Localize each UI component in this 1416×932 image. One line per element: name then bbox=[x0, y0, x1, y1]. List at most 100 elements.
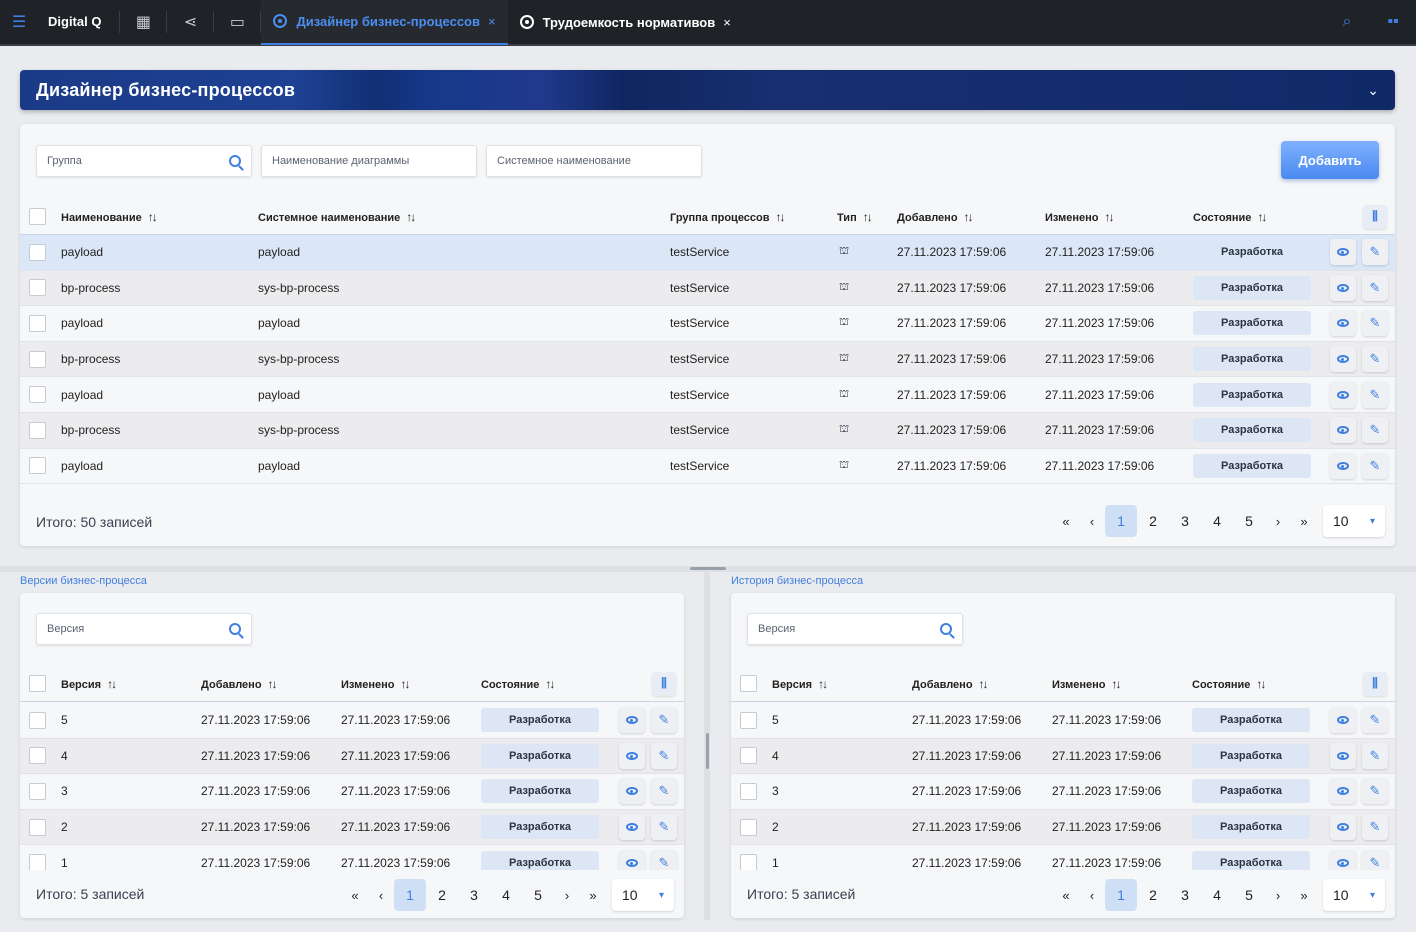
col-added[interactable]: Добавлено ↑↓ bbox=[897, 210, 974, 224]
row-checkbox[interactable] bbox=[29, 457, 46, 475]
chevron-down-icon[interactable]: ⌄ bbox=[1367, 82, 1379, 99]
edit-button[interactable]: ✎ bbox=[1362, 707, 1388, 734]
row-checkbox[interactable] bbox=[740, 782, 757, 800]
per-page-select[interactable]: 10 ▾ bbox=[612, 879, 674, 911]
view-button[interactable] bbox=[1330, 417, 1356, 444]
edit-button[interactable]: ✎ bbox=[1362, 346, 1388, 373]
last-page-button[interactable]: » bbox=[1291, 505, 1317, 537]
page-button[interactable]: 3 bbox=[458, 879, 490, 911]
row-checkbox[interactable] bbox=[29, 818, 46, 836]
edit-button[interactable]: ✎ bbox=[1362, 452, 1388, 479]
edit-button[interactable]: ✎ bbox=[651, 778, 677, 805]
edit-button[interactable]: ✎ bbox=[1362, 814, 1388, 841]
page-button[interactable]: 1 bbox=[1105, 505, 1137, 537]
page-button[interactable]: 3 bbox=[1169, 879, 1201, 911]
page-button[interactable]: 2 bbox=[1137, 879, 1169, 911]
col-state[interactable]: Состояние ↑↓ bbox=[1193, 210, 1267, 224]
page-button[interactable]: 5 bbox=[522, 879, 554, 911]
edit-button[interactable]: ✎ bbox=[1362, 778, 1388, 805]
first-page-button[interactable]: « bbox=[1053, 879, 1079, 911]
page-button[interactable]: 4 bbox=[1201, 879, 1233, 911]
search-icon[interactable]: ⌕ bbox=[1324, 0, 1370, 45]
view-button[interactable] bbox=[1330, 814, 1356, 841]
chevron-down-icon[interactable]: ▾ bbox=[1370, 890, 1375, 901]
sort-icon[interactable]: ↑↓ bbox=[1104, 210, 1114, 224]
table-row[interactable]: bp-process sys-bp-process testService 27.11… bbox=[20, 413, 1395, 449]
table-row[interactable]: payload payload testService 27.11.2023 17:5… bbox=[20, 306, 1395, 342]
row-checkbox[interactable] bbox=[740, 818, 757, 836]
table-row[interactable]: 4 27.11.2023 17:59:06 27.11.2023 17:59:06 Р… bbox=[731, 738, 1395, 775]
col-system-name[interactable]: Системное наименование ↑↓ bbox=[258, 210, 416, 224]
col-state[interactable]: Состояние ↑↓ bbox=[481, 677, 555, 691]
close-icon[interactable]: × bbox=[723, 15, 731, 30]
monitor-icon[interactable]: ▭ bbox=[214, 0, 260, 45]
col-version[interactable]: Версия ↑↓ bbox=[772, 677, 828, 691]
tab-process-designer[interactable]: Дизайнер бизнес-процессов × bbox=[261, 0, 508, 45]
diagram-name-filter-input[interactable]: Наименование диаграммы bbox=[261, 145, 477, 177]
row-checkbox[interactable] bbox=[29, 747, 46, 765]
table-row[interactable]: bp-process sys-bp-process testService 27.11… bbox=[20, 270, 1395, 307]
columns-icon[interactable]: ⫼ bbox=[1363, 204, 1387, 229]
system-name-filter-input[interactable]: Системное наименование bbox=[486, 145, 702, 177]
brand-name[interactable]: Digital Q bbox=[38, 11, 121, 33]
row-checkbox[interactable] bbox=[29, 243, 46, 261]
page-header-banner[interactable]: Дизайнер бизнес-процессов ⌄ bbox=[20, 70, 1395, 110]
row-checkbox[interactable] bbox=[740, 854, 757, 872]
view-button[interactable] bbox=[1330, 274, 1356, 301]
sort-icon[interactable]: ↑↓ bbox=[776, 210, 786, 224]
search-icon[interactable] bbox=[940, 623, 952, 635]
search-icon[interactable] bbox=[229, 623, 241, 635]
page-button[interactable]: 4 bbox=[490, 879, 522, 911]
table-row[interactable]: 3 27.11.2023 17:59:06 27.11.2023 17:59:06 Р… bbox=[731, 774, 1395, 810]
table-row[interactable]: bp-process sys-bp-process testService 27.11… bbox=[20, 341, 1395, 378]
table-row[interactable]: payload payload testService 27.11.2023 17:5… bbox=[20, 448, 1395, 485]
prev-page-button[interactable]: ‹ bbox=[1079, 879, 1105, 911]
col-changed[interactable]: Изменено ↑↓ bbox=[341, 677, 410, 691]
add-button[interactable]: Добавить bbox=[1281, 141, 1379, 179]
columns-icon[interactable]: ⫼ bbox=[652, 671, 676, 696]
chevron-down-icon[interactable]: ▾ bbox=[659, 890, 664, 901]
page-button[interactable]: 1 bbox=[1105, 879, 1137, 911]
prev-page-button[interactable]: ‹ bbox=[368, 879, 394, 911]
col-name[interactable]: Наименование ↑↓ bbox=[61, 210, 158, 224]
table-row[interactable]: 2 27.11.2023 17:59:06 27.11.2023 17:59:06 Р… bbox=[20, 809, 684, 846]
sort-icon[interactable]: ↑↓ bbox=[107, 677, 117, 691]
view-button[interactable] bbox=[1330, 742, 1356, 769]
last-page-button[interactable]: » bbox=[1291, 879, 1317, 911]
table-row[interactable]: 5 27.11.2023 17:59:06 27.11.2023 17:59:06 Р… bbox=[20, 703, 684, 739]
row-checkbox[interactable] bbox=[29, 314, 46, 332]
view-button[interactable] bbox=[1330, 239, 1356, 266]
row-checkbox[interactable] bbox=[29, 279, 46, 297]
layout-icon[interactable]: ▦ bbox=[120, 0, 166, 45]
search-icon[interactable] bbox=[229, 155, 241, 167]
row-checkbox[interactable] bbox=[29, 421, 46, 439]
sort-icon[interactable]: ↑↓ bbox=[818, 677, 828, 691]
select-all-checkbox[interactable] bbox=[29, 208, 46, 225]
select-all-checkbox[interactable] bbox=[29, 675, 46, 692]
edit-button[interactable]: ✎ bbox=[1362, 417, 1388, 444]
sort-icon[interactable]: ↑↓ bbox=[1256, 677, 1266, 691]
sort-icon[interactable]: ↑↓ bbox=[863, 210, 873, 224]
edit-button[interactable]: ✎ bbox=[1362, 310, 1388, 337]
view-button[interactable] bbox=[619, 742, 645, 769]
page-button[interactable]: 2 bbox=[1137, 505, 1169, 537]
select-all-checkbox[interactable] bbox=[740, 675, 757, 692]
next-page-button[interactable]: › bbox=[1265, 505, 1291, 537]
view-button[interactable] bbox=[1330, 381, 1356, 408]
version-filter-input[interactable]: Версия bbox=[747, 613, 963, 645]
table-row[interactable]: 5 27.11.2023 17:59:06 27.11.2023 17:59:06 Р… bbox=[731, 703, 1395, 739]
col-added[interactable]: Добавлено ↑↓ bbox=[912, 677, 989, 691]
col-added[interactable]: Добавлено ↑↓ bbox=[201, 677, 278, 691]
sort-icon[interactable]: ↑↓ bbox=[1257, 210, 1267, 224]
row-checkbox[interactable] bbox=[29, 854, 46, 872]
tab-norms-labor[interactable]: Трудоемкость нормативов × bbox=[508, 0, 743, 45]
edit-button[interactable]: ✎ bbox=[1362, 274, 1388, 301]
sort-icon[interactable]: ↑↓ bbox=[406, 210, 416, 224]
first-page-button[interactable]: « bbox=[1053, 505, 1079, 537]
col-changed[interactable]: Изменено ↑↓ bbox=[1045, 210, 1114, 224]
sort-icon[interactable]: ↑↓ bbox=[268, 677, 278, 691]
sort-icon[interactable]: ↑↓ bbox=[1111, 677, 1121, 691]
edit-button[interactable]: ✎ bbox=[651, 742, 677, 769]
page-button[interactable]: 3 bbox=[1169, 505, 1201, 537]
next-page-button[interactable]: › bbox=[554, 879, 580, 911]
